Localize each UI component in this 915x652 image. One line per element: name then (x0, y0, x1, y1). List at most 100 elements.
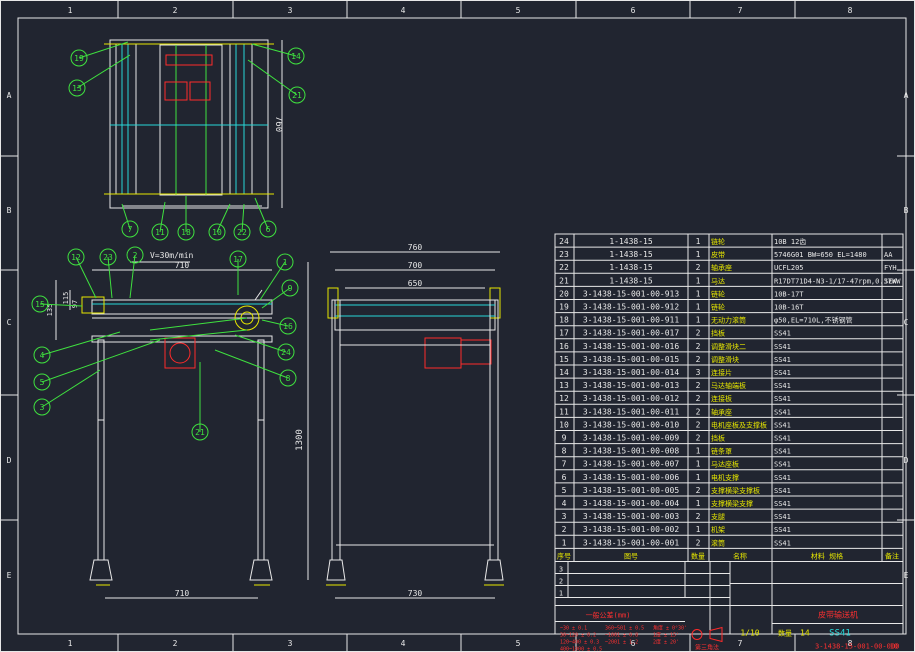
balloon-label: 4 (40, 351, 45, 360)
leader-line (251, 43, 297, 57)
bom-qty: 2 (696, 486, 701, 495)
dimension-text: 730 (408, 589, 423, 598)
grid-col-label: 7 (738, 6, 743, 15)
bom-name: 电机座板及支撑板 (711, 420, 767, 429)
bom-code: 3-1438-15-001-00-014 (583, 368, 680, 377)
bom-no: 10 (559, 420, 569, 429)
bom-no: 9 (562, 434, 567, 443)
bom-name: 无动力滚筒 (711, 316, 746, 325)
bom-note: AA (884, 251, 893, 259)
bom-spec: SS41 (774, 330, 791, 338)
side-view-leg (331, 299, 341, 561)
bom-code: 3-1438-15-001-00-911 (583, 316, 680, 325)
balloon-label: 5 (40, 378, 45, 387)
bom-no: 16 (559, 342, 569, 351)
bom-name: 电机支撑 (711, 473, 739, 482)
bom-name: 连接板 (711, 394, 732, 403)
bom-spec: SS41 (774, 395, 791, 403)
dimension-text: 97 (71, 300, 79, 308)
grid-col-label: 6 (631, 6, 636, 15)
grid-col-label: 7 (738, 639, 743, 648)
tolerance-item: ~2001 ± 1.2 (605, 640, 638, 646)
grid-col-label: 3 (288, 6, 293, 15)
bom-name: 皮带 (711, 250, 725, 259)
bom-code: 3-1438-15-001-00-007 (583, 460, 680, 469)
grid-col-label: 2 (173, 6, 178, 15)
bom-code: 1-1438-15 (609, 237, 653, 246)
bom-name: 滚筒 (711, 538, 725, 547)
scale-value: 1/10 (740, 629, 759, 638)
grid-col-label: 1 (68, 639, 73, 648)
balloon-label: 10 (212, 228, 222, 237)
bom-spec: SS41 (774, 369, 791, 377)
tolerance-item: 120~400 ± 0.3 (560, 640, 599, 646)
bom-spec: SS41 (774, 526, 791, 534)
bom-qty: 2 (696, 434, 701, 443)
cad-drawing: 1122334455667788A AB BC CD DE E760191314217 11… (0, 0, 915, 652)
bom-no: 13 (559, 381, 569, 390)
bom-spec: SS41 (774, 382, 791, 390)
bom-qty: 2 (696, 263, 701, 272)
balloon-label: 21 (195, 428, 205, 437)
grid-col-label: 5 (516, 6, 521, 15)
tolerance-item: 360~501 ± 0.5 (605, 626, 644, 632)
balloon-label: 8 (286, 374, 291, 383)
bom-header: 序号 (557, 551, 571, 560)
bom-no: 20 (559, 289, 569, 298)
grid-col-label: 1 (68, 6, 73, 15)
balloon-label: 16 (283, 322, 293, 331)
top-view-belt (159, 44, 223, 196)
bom-spec: SS41 (774, 408, 791, 416)
grid-row-label: E (904, 571, 909, 580)
top-view-rail-right (229, 43, 253, 195)
cad-drawing-canvas[interactable]: 1 1 2 2 3 3 4 4 5 5 6 6 7 7 8 8 A A B B C C D D E E 760 19 13 14 21 7 11… (0, 0, 915, 652)
bom-qty: 2 (696, 381, 701, 390)
bom-qty: 2 (696, 342, 701, 351)
angle-tolerance: 2度 ± 20' (653, 639, 679, 646)
bom-spec: 10B 12齿 (774, 238, 806, 246)
bom-name: 马达座板 (711, 460, 739, 469)
dimension-text: 760 (408, 243, 423, 252)
bom-no: 24 (559, 237, 569, 246)
bom-qty: 1 (696, 276, 701, 285)
balloon-label: 13 (72, 84, 82, 93)
bom-no: 23 (559, 250, 569, 259)
side-view-motor (424, 337, 462, 369)
front-motor-flange (169, 342, 191, 364)
balloon-label: 19 (74, 54, 84, 63)
speed-label: V=30m/min (150, 251, 194, 260)
leader-line (75, 256, 97, 299)
bom-qty: 1 (696, 525, 701, 534)
bom-code: 3-1438-15-001-00-001 (583, 538, 680, 547)
top-view-motor-top (165, 54, 213, 66)
bom-spec: 5746G01 BW=650 EL=1480 (774, 251, 867, 259)
bom-no: 17 (559, 329, 569, 338)
bom-no: 18 (559, 316, 569, 325)
bom-qty: 1 (696, 303, 701, 312)
bom-qty: 1 (696, 237, 701, 246)
tolerance-item: 30~120 ± 0.2 (560, 633, 596, 639)
balloon-label: 6 (266, 225, 271, 234)
bom-spec: 10B-16T (774, 304, 804, 312)
front-chain (149, 329, 248, 341)
front-foot (249, 559, 273, 581)
dimension-text: 1300 (295, 429, 305, 451)
balloon-label: 17 (233, 255, 243, 264)
balloon-label: 24 (281, 348, 291, 357)
drawing-name: 皮带输送机 (818, 610, 858, 620)
balloon-label: 9 (288, 284, 293, 293)
bom-name: 支撑横梁支撑 (711, 499, 753, 508)
bom-no: 3 (562, 512, 567, 521)
bom-qty: 2 (696, 512, 701, 521)
bom-spec: SS41 (774, 435, 791, 443)
bom-name: 链轮 (711, 303, 725, 312)
bom-no: 22 (559, 263, 569, 272)
bom-name: 机架 (711, 525, 725, 534)
bom-note: FYH (884, 264, 897, 272)
bom-note: SEW (884, 277, 897, 285)
bom-name: 挡板 (711, 329, 725, 338)
balloon-label: 11 (155, 228, 165, 237)
bom-name: 链轮 (711, 289, 725, 298)
bom-code: 3-1438-15-001-00-017 (583, 329, 680, 338)
bom-no: 12 (559, 394, 569, 403)
